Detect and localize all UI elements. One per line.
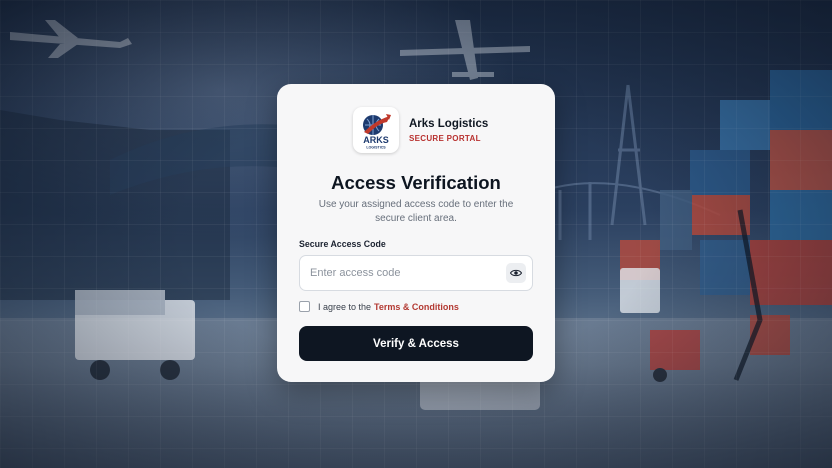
arks-logo-icon: ARKS LOGISTICS: [363, 114, 391, 150]
page-description: Use your assigned access code to enter t…: [318, 199, 514, 224]
access-code-input[interactable]: [300, 256, 500, 290]
brand-header: ARKS LOGISTICS Arks Logistics SECURE POR…: [353, 107, 488, 153]
terms-prefix: I agree to the: [318, 301, 372, 312]
company-logo: ARKS LOGISTICS: [353, 107, 399, 153]
terms-link[interactable]: Terms & Conditions: [374, 302, 459, 312]
toggle-visibility-button[interactable]: [506, 263, 526, 283]
svg-text:ARKS: ARKS: [363, 135, 389, 145]
verification-card: ARKS LOGISTICS Arks Logistics SECURE POR…: [277, 84, 555, 382]
svg-text:LOGISTICS: LOGISTICS: [366, 146, 386, 150]
brand-name: Arks Logistics: [409, 117, 489, 130]
brand-subtitle: SECURE PORTAL: [409, 133, 481, 143]
verify-access-button[interactable]: Verify & Access: [299, 326, 533, 361]
access-code-field: [299, 255, 533, 291]
page-title: Access Verification: [331, 172, 501, 193]
terms-agreement: I agree to the Terms & Conditions: [299, 301, 459, 312]
eye-icon: [510, 269, 522, 277]
access-code-label: Secure Access Code: [299, 239, 386, 249]
terms-checkbox[interactable]: [299, 301, 310, 312]
